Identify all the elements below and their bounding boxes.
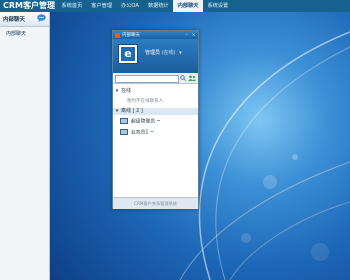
chat-window-title: 内部聊天	[122, 33, 140, 38]
status-dropdown-icon[interactable]: ▾	[179, 50, 182, 56]
computer-icon	[120, 118, 128, 124]
user-profile-panel: e 管理员 (在线) ▾	[113, 39, 198, 73]
user-name-line[interactable]: 管理员 (在线) ▾	[145, 49, 182, 56]
empty-online-text: 暂时不在线联系人	[127, 99, 163, 104]
desktop-wallpaper: 内部聊天 – × e 管理员 (在线) ▾ ▾ 在线 暂时不在线联系人 ▾ 离线…	[50, 12, 350, 280]
chevron-down-icon: ▾	[115, 88, 119, 94]
contact-name: 超级管理员 ~	[131, 119, 161, 125]
nav-item-customers[interactable]: 客户管理	[87, 0, 117, 12]
nav-item-home[interactable]: 系统首页	[57, 0, 87, 12]
group-offline[interactable]: ▾ 离线 [ 2 ]	[113, 108, 198, 115]
minimize-icon[interactable]: –	[184, 32, 189, 37]
search-input[interactable]	[115, 74, 179, 83]
add-contact-icon[interactable]	[188, 75, 196, 81]
avatar[interactable]: e	[118, 44, 138, 64]
chevron-down-icon: ▾	[115, 108, 119, 114]
nav-item-statistics[interactable]: 数据统计	[143, 0, 173, 12]
search-icon[interactable]	[180, 74, 186, 81]
footer-text: CRM客户关系管理系统	[134, 201, 177, 206]
user-name: 管理员	[145, 50, 161, 56]
chat-window: 内部聊天 – × e 管理员 (在线) ▾ ▾ 在线 暂时不在线联系人 ▾ 离线…	[112, 30, 199, 209]
main-nav: 系统首页 客户管理 办公OA 数据统计 内部聊天 系统设置	[57, 0, 233, 12]
top-navbar: CRM客户管理 系统首页 客户管理 办公OA 数据统计 内部聊天 系统设置	[0, 0, 350, 12]
avatar-logo-icon: e	[121, 47, 135, 61]
wallpaper-waves	[179, 31, 350, 280]
group-offline-label: 离线 [ 2 ]	[121, 108, 143, 114]
app-logo-icon	[115, 32, 120, 38]
list-item[interactable]: 业务员1 ~	[120, 129, 154, 137]
sidebar-item-chat[interactable]: 内部聊天	[6, 30, 26, 37]
contact-list: ▾ 在线 暂时不在线联系人 ▾ 离线 [ 2 ] 超级管理员 ~ 业务员1 ~	[113, 84, 198, 197]
chat-bubble-icon	[37, 14, 46, 22]
chat-toolbar	[113, 73, 198, 84]
sidebar-header: 内部聊天	[0, 12, 49, 27]
chat-window-titlebar[interactable]: 内部聊天 – ×	[113, 31, 198, 39]
computer-icon	[120, 129, 128, 135]
list-item[interactable]: 超级管理员 ~	[120, 118, 161, 126]
nav-item-office-oa[interactable]: 办公OA	[117, 0, 144, 12]
contact-name: 业务员1 ~	[131, 130, 154, 136]
group-online-label: 在线	[121, 88, 132, 94]
app-brand: CRM客户管理	[3, 1, 55, 10]
close-icon[interactable]: ×	[191, 32, 196, 37]
chat-footer: CRM客户关系管理系统	[113, 197, 198, 209]
nav-item-chat[interactable]: 内部聊天	[173, 0, 203, 12]
nav-item-settings[interactable]: 系统设置	[203, 0, 233, 12]
group-online[interactable]: ▾ 在线	[113, 88, 198, 95]
user-status: (在线)	[161, 50, 176, 56]
sidebar: 内部聊天 内部聊天	[0, 12, 50, 280]
sidebar-title: 内部聊天	[3, 17, 26, 23]
